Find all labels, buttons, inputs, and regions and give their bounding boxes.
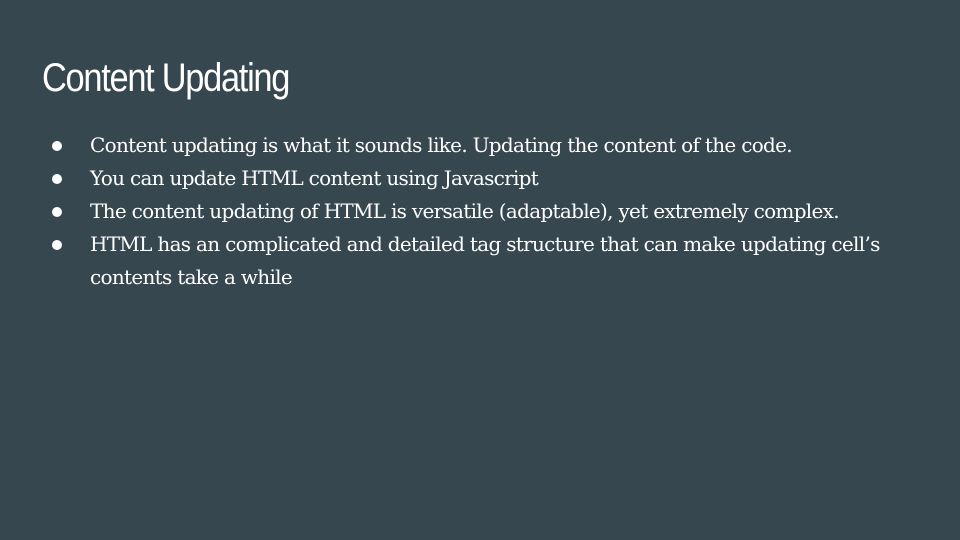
bullet-item: The content updating of HTML is versatil… [52,195,912,228]
bullet-dot-icon [52,207,62,217]
bullet-text: HTML has an complicated and detailed tag… [90,232,880,289]
bullet-text: Content updating is what it sounds like.… [90,133,793,157]
bullet-dot-icon [52,240,62,250]
bullet-item: HTML has an complicated and detailed tag… [52,228,912,294]
slide-title: Content Updating [42,56,290,100]
bullet-dot-icon [52,141,62,151]
bullet-item: You can update HTML content using Javasc… [52,162,912,195]
bullet-text: The content updating of HTML is versatil… [90,199,840,223]
bullet-text: You can update HTML content using Javasc… [90,166,539,190]
bullet-list: Content updating is what it sounds like.… [52,129,912,294]
bullet-dot-icon [52,174,62,184]
bullet-item: Content updating is what it sounds like.… [52,129,912,162]
slide: Content Updating Content updating is wha… [0,0,960,540]
